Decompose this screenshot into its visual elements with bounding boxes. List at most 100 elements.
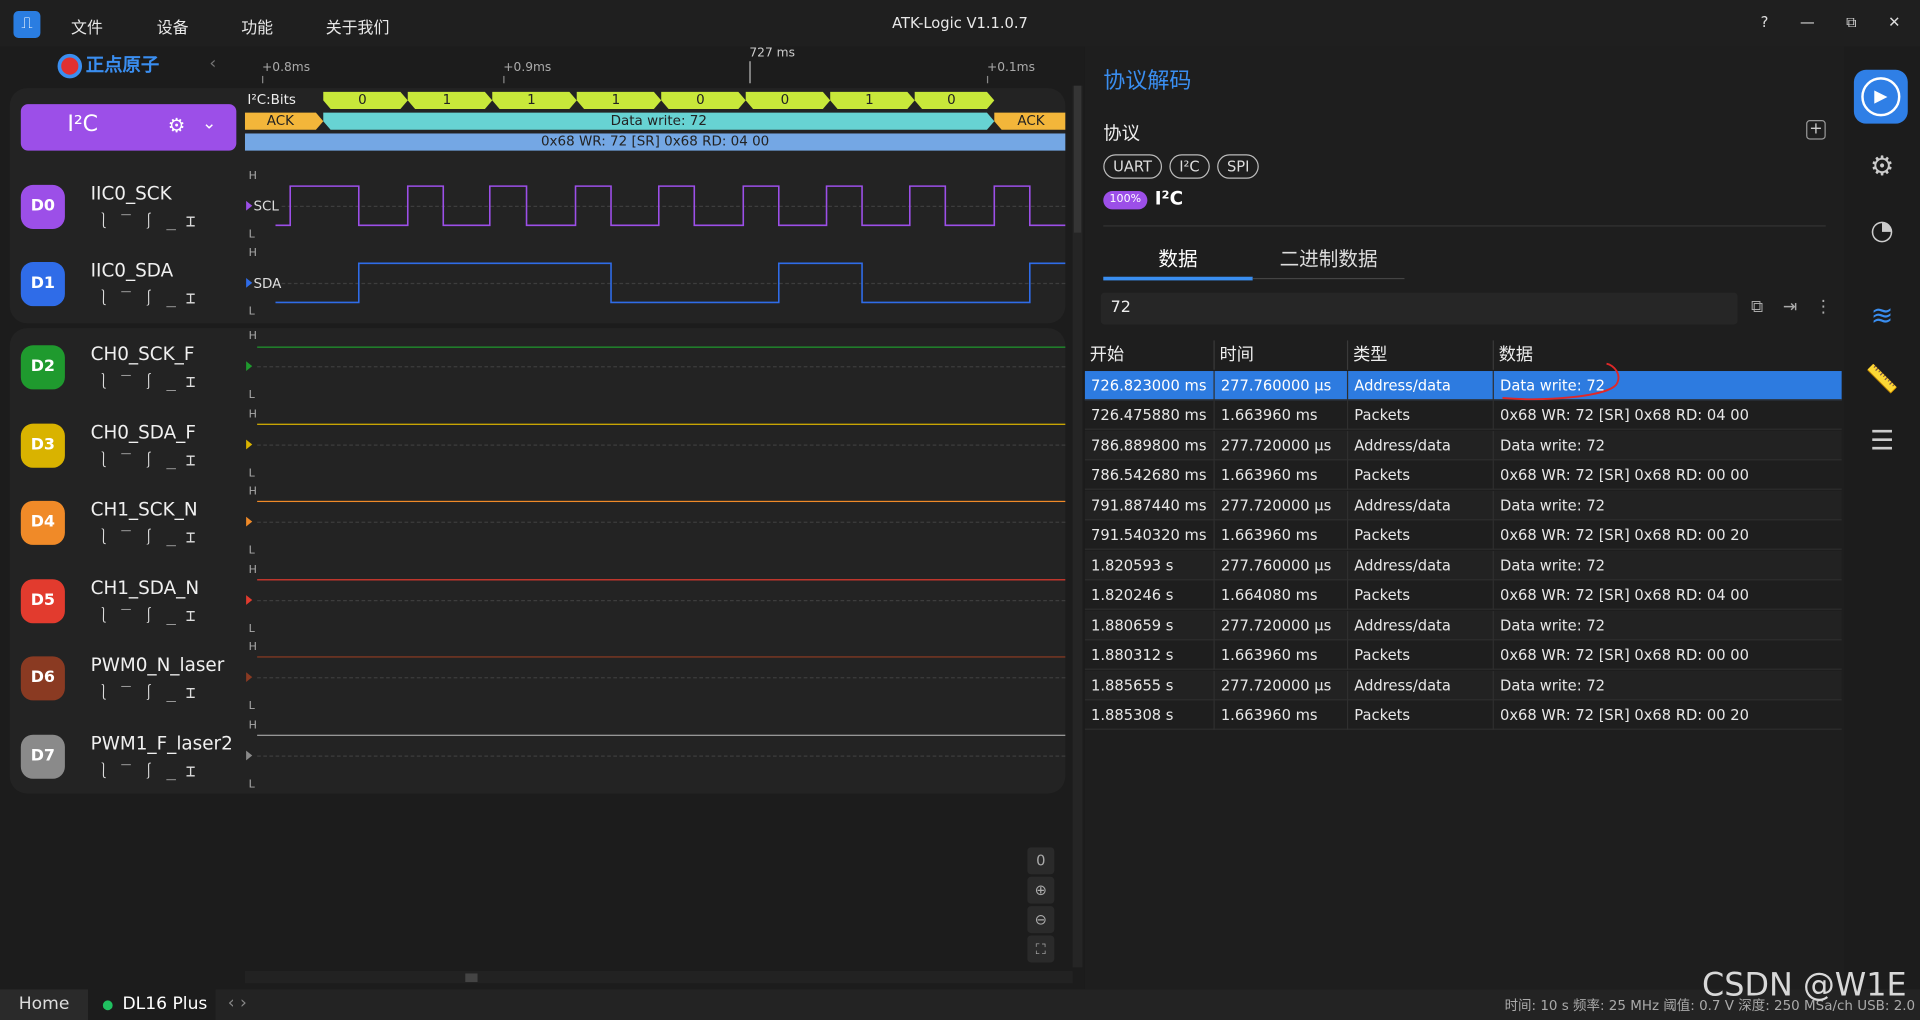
cell-duration: 277.760000 µs [1215,551,1349,581]
channel-name-d5[interactable]: CH1_SDA_N [91,577,199,599]
trigger-options-d5[interactable]: ⎱‾⎰_⌶ [96,602,206,625]
level-low: L [248,623,255,636]
zoom-out-icon[interactable]: ⊖ [1027,906,1055,934]
tab-data[interactable]: 数据 [1103,242,1252,271]
help-button[interactable]: ? [1752,13,1776,30]
channel-badge-d7[interactable]: D7 [20,734,65,779]
midline [257,755,1066,757]
reset-zero-icon[interactable]: 0 [1027,847,1055,875]
tab-nav-arrows[interactable]: ‹ › [228,993,247,1013]
table-row[interactable]: 1.885655 s 277.720000 µs Address/data Da… [1084,671,1842,701]
header-duration[interactable]: 时间 [1215,340,1349,370]
search-list-icon[interactable]: ☰ [1864,426,1901,463]
i2c-decoder-button[interactable]: I²C ⚙ ⌄ [20,104,237,151]
channel-name-d2[interactable]: CH0_SCK_F [91,343,195,365]
measure-icon[interactable]: ◔ [1864,216,1901,253]
level-low: L [248,306,255,319]
table-row[interactable]: 726.823000 ms 277.760000 µs Address/data… [1084,371,1842,401]
export-icon[interactable]: ⇥ [1783,298,1797,318]
add-protocol-icon[interactable]: + [1806,120,1826,140]
zoom-fit-icon[interactable]: ⛶ [1027,935,1055,963]
channel-name-d3[interactable]: CH0_SDA_F [91,421,196,443]
active-protocol-name[interactable]: I²C [1155,187,1183,209]
time-ruler[interactable] [244,46,1066,84]
trigger-options-d6[interactable]: ⎱‾⎰_⌶ [96,680,206,702]
more-icon[interactable]: ⋮ [1815,298,1832,318]
channel-badge-d5[interactable]: D5 [20,579,65,624]
channel-name-d4[interactable]: CH1_SCK_N [91,498,198,520]
cell-start: 1.820593 s [1085,551,1215,581]
table-row[interactable]: 1.880659 s 277.720000 µs Address/data Da… [1084,611,1842,641]
vertical-scroll-thumb[interactable] [1073,85,1082,233]
chip-i2c[interactable]: I²C [1169,154,1210,179]
table-row[interactable]: 786.542680 ms 1.663960 ms Packets 0x68 W… [1084,460,1842,490]
cell-data: 0x68 WR: 72 [SR] 0x68 RD: 04 00 [1500,406,1750,424]
tab-binary-data[interactable]: 二进制数据 [1253,242,1405,271]
table-row[interactable]: 1.885308 s 1.663960 ms Packets 0x68 WR: … [1084,700,1842,730]
level-low: L [248,778,255,792]
trigger-options-d2[interactable]: ⎱‾⎰_⌶ [96,369,206,391]
table-row[interactable]: 1.820593 s 277.760000 µs Address/data Da… [1084,551,1842,581]
trigger-options-d0[interactable]: ⎱‾⎰_⌶ [96,208,206,231]
signal-line-d6[interactable] [257,656,1066,658]
cell-data: 0x68 WR: 72 [SR] 0x68 RD: 00 20 [1500,706,1750,724]
sda-waveform[interactable] [245,258,1068,307]
chip-spi[interactable]: SPI [1217,154,1260,179]
trigger-options-d7[interactable]: ⎱‾⎰_⌶ [96,758,206,781]
table-row[interactable]: 786.889800 ms 277.720000 µs Address/data… [1084,431,1842,461]
level-high: H [248,408,257,422]
channel-badge-d2[interactable]: D2 [20,345,65,390]
channel-badge-d1[interactable]: D1 [20,262,65,307]
i2c-label: I²C [67,111,99,138]
cell-start: 786.542680 ms [1085,460,1215,490]
cell-duration: 1.663960 ms [1215,460,1349,490]
restore-button[interactable]: ⧉ [1839,13,1863,31]
signal-line-d4[interactable] [257,500,1066,503]
close-button[interactable]: ✕ [1882,13,1906,30]
trigger-options-d3[interactable]: ⎱‾⎰_⌶ [96,447,206,470]
scl-waveform[interactable] [245,181,1068,230]
chip-uart[interactable]: UART [1103,154,1162,179]
zoom-in-icon[interactable]: ⊕ [1027,876,1055,904]
trigger-options-d4[interactable]: ⎱‾⎰_⌶ [96,524,206,547]
chevron-down-icon[interactable]: ⌄ [202,114,216,134]
copy-icon[interactable]: ⧉ [1751,298,1763,318]
table-row[interactable]: 1.820246 s 1.664080 ms Packets 0x68 WR: … [1084,580,1842,610]
header-start[interactable]: 开始 [1085,340,1215,370]
cell-data: 0x68 WR: 72 [SR] 0x68 RD: 00 20 [1500,526,1750,544]
signal-line-d3[interactable] [257,423,1066,425]
table-row[interactable]: 726.475880 ms 1.663960 ms Packets 0x68 W… [1084,400,1842,430]
horizontal-scroll-thumb[interactable] [465,973,478,983]
tab-home[interactable]: Home [0,989,89,1020]
minimize-button[interactable]: — [1795,13,1819,30]
signal-line-d7[interactable] [257,734,1066,736]
signal-line-d5[interactable] [257,579,1066,581]
horizontal-scrollbar[interactable] [244,971,1073,984]
channel-name-d1[interactable]: IIC0_SDA [91,260,174,282]
gear-icon[interactable]: ⚙ [168,114,186,137]
ruler-icon[interactable]: 📏 [1864,365,1901,402]
time-cursor[interactable] [749,61,751,84]
channel-badge-d3[interactable]: D3 [20,423,65,468]
cell-type: Address/data [1348,671,1494,701]
channel-name-d7[interactable]: PWM1_F_laser2 [91,732,235,754]
decode-icon[interactable]: ≋ [1864,301,1901,338]
channel-name-d0[interactable]: IIC0_SCK [91,182,172,204]
channel-badge-d6[interactable]: D6 [20,656,65,701]
table-row[interactable]: 791.540320 ms 1.663960 ms Packets 0x68 W… [1084,520,1842,550]
play-icon[interactable]: ▶ [1861,77,1901,117]
channel-badge-d0[interactable]: D0 [20,184,65,229]
settings-gear-icon[interactable]: ⚙ [1864,152,1901,189]
trigger-options-d1[interactable]: ⎱‾⎰_⌶ [96,285,206,308]
header-type[interactable]: 类型 [1348,340,1494,370]
channel-name-d6[interactable]: PWM0_N_laser [91,654,225,676]
cell-type: Address/data [1348,491,1494,521]
table-row[interactable]: 1.880312 s 1.663960 ms Packets 0x68 WR: … [1084,640,1842,670]
table-row[interactable]: 791.887440 ms 277.720000 µs Address/data… [1084,491,1842,521]
cell-start: 1.885655 s [1085,671,1215,701]
channel-badge-d4[interactable]: D4 [20,500,65,545]
signal-line-d2[interactable] [257,346,1066,348]
collapse-chevron-icon[interactable]: ‹ [209,54,216,74]
search-input[interactable]: 72 [1100,292,1738,325]
bit-value: 1 [611,91,621,108]
